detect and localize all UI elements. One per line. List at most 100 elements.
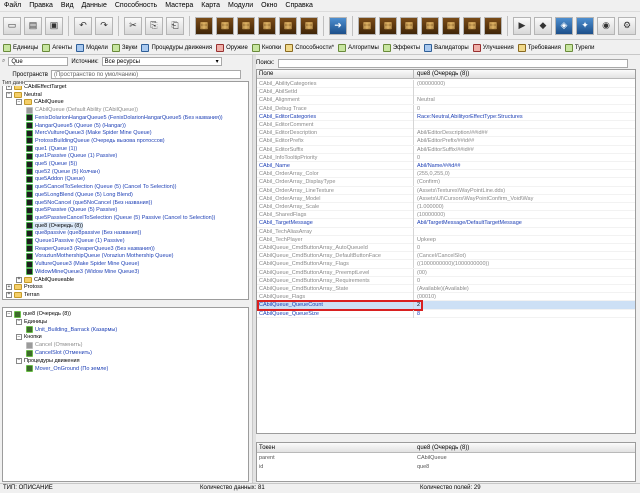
- category-tab[interactable]: Оружие: [216, 43, 248, 52]
- field-value[interactable]: 0: [417, 277, 627, 285]
- field-row[interactable]: CAbil_Name Abil/Name/##id##: [257, 162, 635, 171]
- dependency-tree[interactable]: − que8 (Очередь (8)) − Единицы Unit_Building…: [2, 307, 249, 482]
- module-editor-icon[interactable]: ▦: [421, 16, 439, 35]
- expand-icon[interactable]: +: [6, 291, 12, 298]
- category-tab[interactable]: Кнопки: [251, 43, 281, 52]
- token-row[interactable]: parent CAbilQueue: [257, 454, 635, 463]
- category-tab[interactable]: Эффекты: [382, 43, 420, 52]
- token-grid[interactable]: Токен que8 (Очередь (8)) parent CAbilQueu…: [256, 442, 636, 482]
- category-tab[interactable]: Агенты: [42, 43, 72, 52]
- field-value[interactable]: Abil/TargetMessage/DefaultTargetMessage: [417, 219, 627, 227]
- category-tab[interactable]: Процедуры движения: [141, 43, 212, 52]
- field-value[interactable]: 8: [417, 310, 627, 318]
- tree-node[interactable]: Mover_OnGround (По земле): [26, 365, 108, 373]
- menu-item[interactable]: Правка: [29, 2, 53, 9]
- field-row[interactable]: CAbil_TechAliasArray: [257, 227, 635, 236]
- field-value[interactable]: ((1000000000)(1000000000)): [417, 260, 627, 268]
- field-row[interactable]: CAbilQueue_QueueCount 2: [257, 301, 635, 310]
- menu-item[interactable]: Окно: [261, 2, 277, 9]
- expand-icon[interactable]: +: [16, 276, 22, 283]
- field-value[interactable]: Neutral: [417, 96, 627, 104]
- category-tab[interactable]: Модели: [76, 43, 108, 52]
- field-row[interactable]: CAbilQueue_Flags (00010): [257, 293, 635, 302]
- run-icon[interactable]: ▶: [513, 16, 531, 35]
- import-editor-icon[interactable]: ▦: [279, 16, 297, 35]
- column-header-field[interactable]: Поле: [259, 71, 273, 77]
- menu-item[interactable]: Модули: [228, 2, 253, 9]
- field-row[interactable]: CAbil_SharedFlags (10000000): [257, 211, 635, 220]
- field-row[interactable]: CAbilQueue_CmdButtonArray_DefaultButtonF…: [257, 252, 635, 261]
- terrain-editor-icon[interactable]: ▦: [195, 16, 213, 35]
- collapse-icon[interactable]: −: [16, 357, 22, 364]
- field-row[interactable]: CAbilQueue_QueueSize 8: [257, 309, 635, 318]
- field-row[interactable]: CAbil_AbilSetId: [257, 88, 635, 97]
- collapse-icon[interactable]: −: [16, 334, 22, 341]
- ai-editor-icon[interactable]: ▦: [400, 16, 418, 35]
- field-value[interactable]: 0: [417, 154, 627, 162]
- token-row[interactable]: id que8: [257, 463, 635, 472]
- category-tab[interactable]: Валидаторы: [424, 43, 469, 52]
- field-row[interactable]: CAbil_OrderArray_Model (Assets\UI\Cursors…: [257, 194, 635, 203]
- field-row[interactable]: CAbil_InfoTooltipPriority 0: [257, 153, 635, 162]
- save-icon[interactable]: ▣: [45, 16, 63, 35]
- tree-node[interactable]: − Процедуры движения: [16, 357, 80, 365]
- field-value[interactable]: (Confirm): [417, 178, 627, 186]
- open-icon[interactable]: ▤: [24, 16, 42, 35]
- undo-icon[interactable]: ↶: [74, 16, 92, 35]
- source-dropdown[interactable]: Все ресурсы ▾: [101, 57, 222, 66]
- tree-node[interactable]: CancelSlot (Отменить): [26, 349, 92, 357]
- field-value[interactable]: Abil/Name/##id##: [417, 162, 627, 170]
- field-value[interactable]: (00): [417, 269, 627, 277]
- expand-icon[interactable]: +: [6, 284, 12, 291]
- field-value[interactable]: (00000000): [417, 80, 627, 88]
- category-tab[interactable]: Турели: [564, 43, 595, 52]
- object-tree[interactable]: + CAbilEffectTarget − Neutral − CAbilQueue CAb…: [2, 81, 249, 300]
- field-value[interactable]: (1.000000): [417, 203, 627, 211]
- field-row[interactable]: CAbil_OrderArray_DisplayType (Confirm): [257, 178, 635, 187]
- map-editor-icon[interactable]: ▦: [442, 16, 460, 35]
- column-header-value[interactable]: que8 (Очередь (8)): [417, 71, 469, 77]
- menu-item[interactable]: Файл: [4, 2, 21, 9]
- sound-editor-icon[interactable]: ▦: [379, 16, 397, 35]
- field-row[interactable]: CAbil_OrderArray_LineTexture (Assets\Text…: [257, 186, 635, 195]
- field-row[interactable]: CAbilQueue_CmdButtonArray_State (Availabl…: [257, 285, 635, 294]
- field-value[interactable]: 0: [417, 105, 627, 113]
- field-value[interactable]: 0: [417, 244, 627, 252]
- preview-editor-icon[interactable]: ▦: [463, 16, 481, 35]
- field-row[interactable]: CAbil_EditorDescription Abil/EditorDescri…: [257, 129, 635, 138]
- tree-node[interactable]: Cancel (Отменить): [26, 341, 82, 349]
- settings-icon[interactable]: ⚙: [618, 16, 636, 35]
- space-dropdown[interactable]: (Пространство по умолчанию): [51, 70, 241, 79]
- menu-item[interactable]: Способность: [115, 2, 157, 9]
- field-value[interactable]: (10000000): [417, 211, 627, 219]
- new-icon[interactable]: ▭: [3, 16, 21, 35]
- collapse-icon[interactable]: −: [16, 318, 22, 325]
- field-value[interactable]: (255,0,255,0): [417, 170, 627, 178]
- field-value[interactable]: Abil/EditorSuffix/##id##: [417, 146, 627, 154]
- field-value[interactable]: Abil/EditorPrefix/##id##: [417, 137, 627, 145]
- field-row[interactable]: CAbil_TargetMessage Abil/TargetMessage/De…: [257, 219, 635, 228]
- field-row[interactable]: CAbil_TechPlayer Upkeep: [257, 235, 635, 244]
- search-input[interactable]: Que: [8, 57, 69, 66]
- cut-icon[interactable]: ✂: [124, 16, 142, 35]
- menu-item[interactable]: Справка: [285, 2, 312, 9]
- redo-icon[interactable]: ↷: [95, 16, 113, 35]
- category-tab[interactable]: Способности*: [285, 43, 334, 52]
- field-value[interactable]: (Assets\Textures\WayPointLine.dds): [417, 187, 627, 195]
- paste-icon[interactable]: ⎗: [166, 16, 184, 35]
- field-row[interactable]: CAbilQueue_CmdButtonArray_Requirements 0: [257, 276, 635, 285]
- arrow-icon[interactable]: ➜: [329, 16, 347, 35]
- tree-node[interactable]: + Terran: [6, 291, 40, 299]
- field-row[interactable]: CAbil_OrderArray_Scale (1.000000): [257, 203, 635, 212]
- category-tab[interactable]: Требования: [517, 43, 561, 52]
- tree-node[interactable]: − Единицы: [16, 318, 47, 326]
- collapse-icon[interactable]: −: [16, 99, 22, 106]
- field-row[interactable]: CAbil_Alignment Neutral: [257, 96, 635, 105]
- column-divider[interactable]: [413, 70, 414, 79]
- field-row[interactable]: CAbil_EditorComment: [257, 121, 635, 130]
- column-header-token-value[interactable]: que8 (Очередь (8)): [417, 445, 469, 451]
- menu-item[interactable]: Вид: [61, 2, 74, 9]
- menu-item[interactable]: Карта: [201, 2, 220, 9]
- field-row[interactable]: CAbil_EditorSuffix Abil/EditorSuffix/##id…: [257, 145, 635, 154]
- field-row[interactable]: CAbil_Debug Trace 0: [257, 104, 635, 113]
